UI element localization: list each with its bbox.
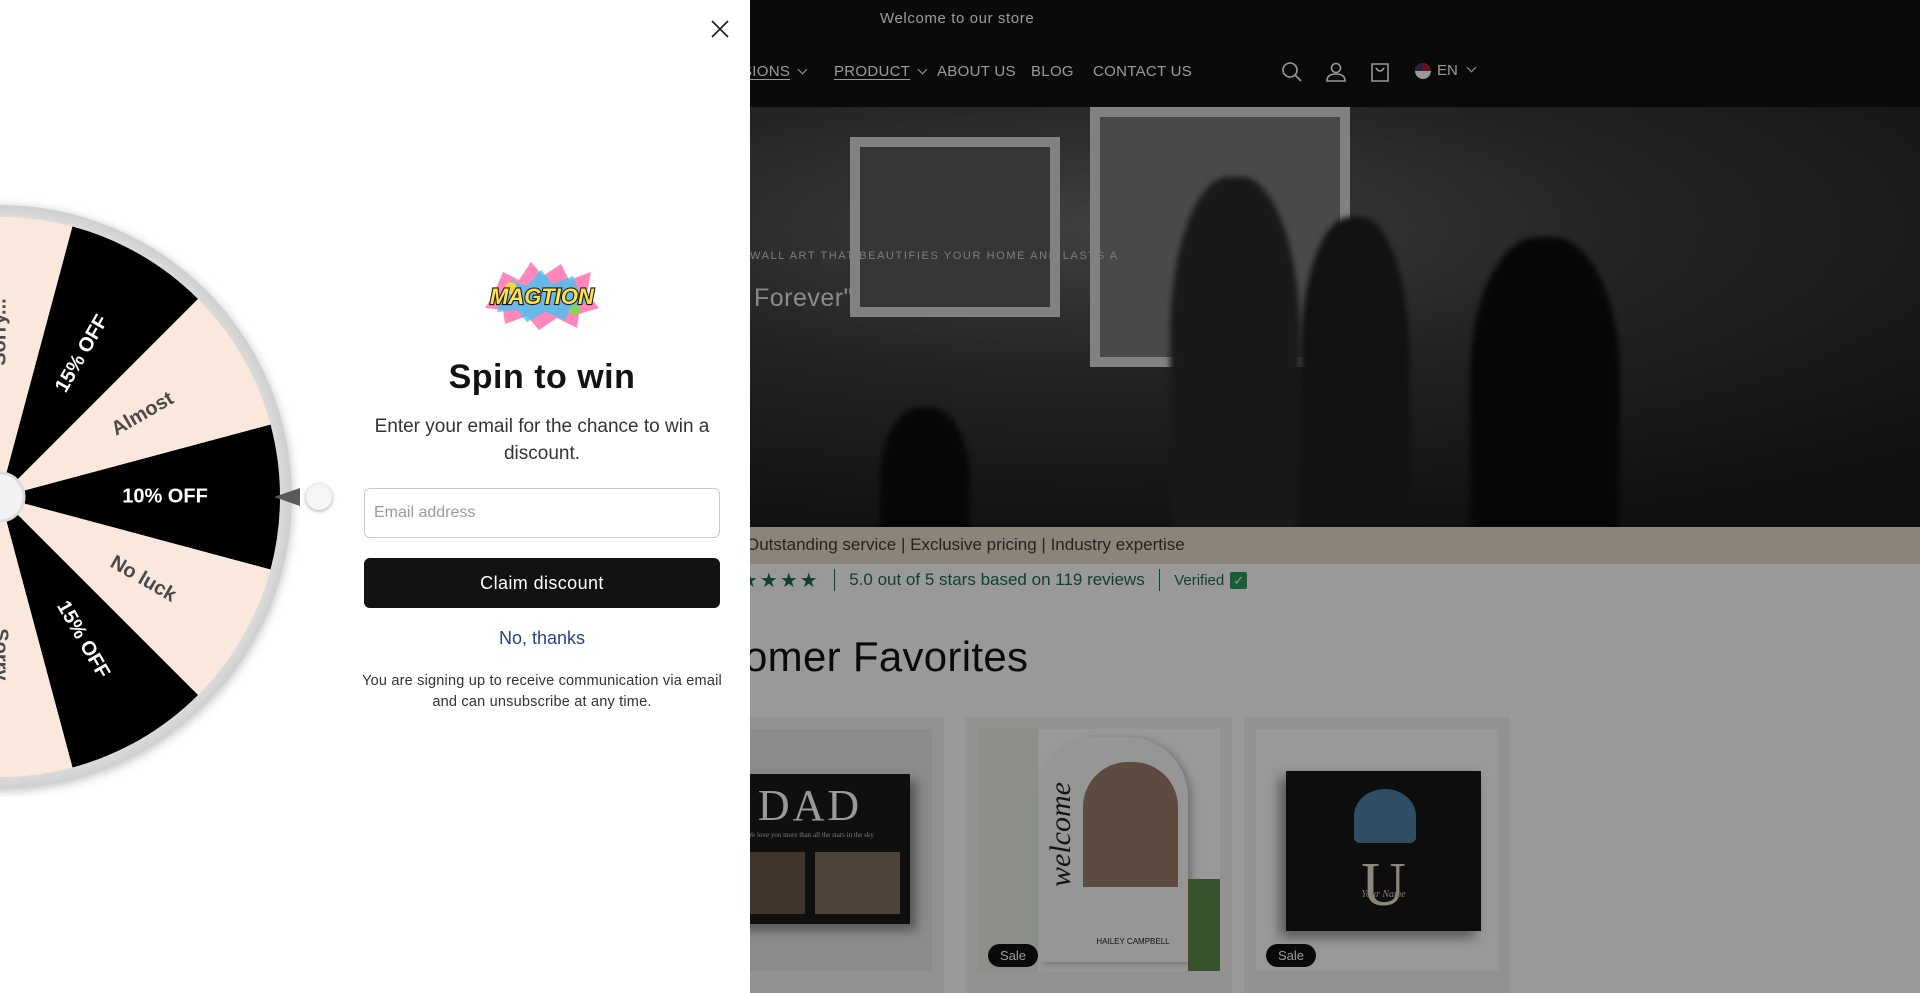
close-icon[interactable] — [708, 17, 732, 41]
consent-disclaimer: You are signing up to receive communicat… — [362, 673, 722, 710]
wheel-segment-label: 10% OFF — [122, 485, 208, 507]
prize-wheel-graphic: 10% OFFNo luck15% OFFSorry...Sorry... 15%… — [0, 205, 292, 789]
spin-to-win-panel: 10% OFF No luck 15% OFF Sorry... Sorry... 15%… — [0, 0, 750, 993]
claim-discount-button[interactable]: Claim discount — [364, 558, 720, 608]
no-thanks-link[interactable]: No, thanks — [364, 628, 720, 649]
wheel-pointer-knob — [306, 484, 332, 510]
popup-subtitle: Enter your email for the chance to win a… — [374, 416, 710, 464]
popup-title: Spin to win — [448, 358, 636, 396]
email-input[interactable] — [364, 488, 720, 538]
logo-text: MAGTION — [490, 284, 595, 309]
wheel-segment-label: Sorry... — [0, 298, 10, 365]
magtion-logo: MAGTION — [485, 262, 599, 330]
wheel-segment-label: Sorry... — [0, 628, 12, 695]
prize-wheel[interactable]: 10% OFF No luck 15% OFF Sorry... Sorry... 15%… — [0, 197, 300, 797]
wheel-pointer-icon — [274, 488, 300, 506]
